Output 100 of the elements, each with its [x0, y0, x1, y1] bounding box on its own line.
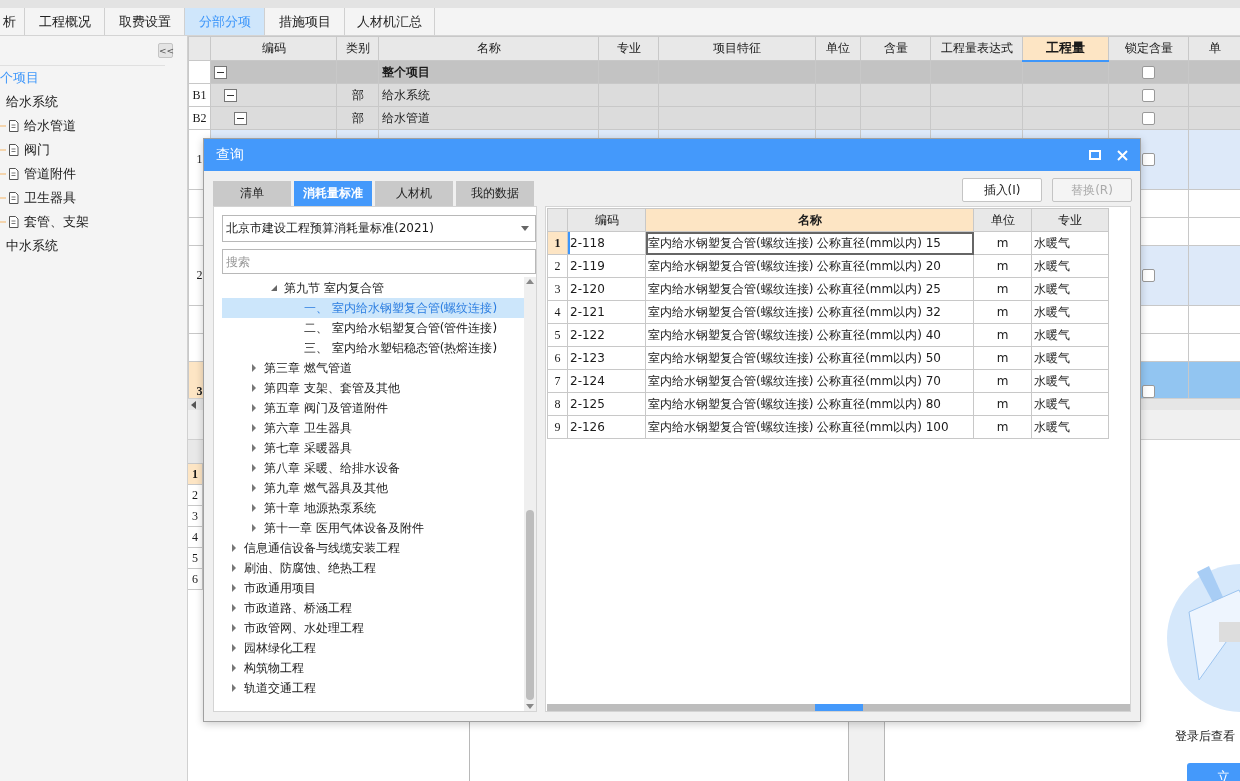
checkbox[interactable] [1142, 385, 1155, 398]
checkbox[interactable] [1142, 153, 1155, 166]
tree-item[interactable]: 构筑物工程 [222, 658, 524, 678]
tree-item[interactable]: 第三章 燃气管道 [222, 358, 524, 378]
table-cell: 水暖气 [1034, 258, 1070, 273]
table-cell: 2-126 [570, 420, 605, 434]
scroll-down-icon[interactable] [526, 704, 534, 709]
sidebar-item[interactable]: 管道附件 [0, 162, 187, 186]
library-dropdown[interactable]: 北京市建设工程预算消耗量标准(2021) [222, 215, 536, 242]
collapse-box-icon[interactable] [224, 89, 237, 102]
table-row[interactable]: 整个项目 [188, 60, 1240, 84]
scrollbar[interactable] [547, 704, 1130, 711]
table-cell: m [996, 351, 1009, 365]
column-header[interactable]: 单 [1188, 36, 1240, 61]
tree-item[interactable]: 市政道路、桥涵工程 [222, 598, 524, 618]
table-cell: 水暖气 [1034, 419, 1070, 434]
dropdown-caret-icon [521, 226, 529, 231]
column-header[interactable]: 含量 [860, 36, 931, 61]
tree-item[interactable]: 二、 室内给水铝塑复合管(管件连接) [222, 318, 524, 338]
sidebar-item[interactable]: 卫生器具 [0, 186, 187, 210]
tree-item[interactable]: 第七章 采暖器具 [222, 438, 524, 458]
column-header[interactable]: 编码 [567, 208, 646, 232]
scroll-up-icon[interactable] [526, 279, 534, 284]
tree-item[interactable]: 轨道交通工程 [222, 678, 524, 698]
row-number: B1 [192, 87, 207, 102]
tree-item[interactable]: 第八章 采暖、给排水设备 [222, 458, 524, 478]
column-header[interactable]: 专业 [598, 36, 659, 61]
table-cell: 2-125 [570, 397, 605, 411]
column-header[interactable]: 类别 [336, 36, 379, 61]
row-number: 6 [554, 350, 561, 365]
table-cell: m [996, 305, 1009, 319]
tree-item[interactable]: 市政通用项目 [222, 578, 524, 598]
row-number: 3 [554, 281, 561, 296]
table-cell: 给水管道 [382, 110, 430, 125]
column-header[interactable]: 锁定含量 [1108, 36, 1189, 61]
tab[interactable]: 人材机 [375, 181, 453, 206]
checkbox[interactable] [1142, 65, 1155, 79]
tree-item[interactable]: 第四章 支架、套管及其他 [222, 378, 524, 398]
sidebar-item[interactable]: 给水系统 [0, 90, 187, 114]
column-header[interactable]: 名称 [378, 36, 599, 61]
tree-item[interactable]: 第九节 室内复合管 [222, 278, 524, 298]
table-row[interactable]: B2 部 给水管道 [188, 106, 1240, 130]
collapse-box-icon[interactable] [214, 66, 227, 79]
column-header[interactable]: 专业 [1031, 208, 1109, 232]
tab[interactable]: 析 [0, 8, 25, 35]
tree-item[interactable]: 信息通信设备与线缆安装工程 [222, 538, 524, 558]
table-cell: m [996, 282, 1009, 296]
row-number: 8 [554, 396, 561, 411]
tree-item[interactable]: 第六章 卫生器具 [222, 418, 524, 438]
column-header[interactable]: 名称 [645, 208, 974, 232]
table-cell: 2-122 [570, 328, 605, 342]
sidebar-item[interactable]: 给水管道 [0, 114, 187, 138]
table-cell: 水暖气 [1034, 327, 1070, 342]
table-cell: m [996, 328, 1009, 342]
tree-item[interactable]: 第五章 阀门及管道附件 [222, 398, 524, 418]
column-header[interactable]: 单位 [815, 36, 861, 61]
checkbox[interactable] [1142, 269, 1155, 282]
tree-item[interactable]: 园林绿化工程 [222, 638, 524, 658]
insert-button[interactable]: 插入(I) [962, 178, 1042, 202]
tree-item[interactable]: 第十章 地源热泵系统 [222, 498, 524, 518]
dialog-title: 查询 [216, 146, 245, 164]
table-cell: 室内给水钢塑复合管(螺纹连接) 公称直径(mm以内) 100 [648, 419, 949, 434]
table-cell: 室内给水钢塑复合管(螺纹连接) 公称直径(mm以内) 15 [648, 235, 941, 250]
sidebar-item[interactable]: 中水系统 [0, 234, 187, 258]
tree-item[interactable]: 第十一章 医用气体设备及附件 [222, 518, 524, 538]
row-number: 5 [554, 327, 561, 342]
row-number: 4 [554, 304, 561, 319]
row-number: 3 [192, 508, 198, 524]
row-number: B2 [192, 110, 207, 125]
collapse-button[interactable]: << [158, 43, 173, 58]
column-header[interactable]: 工程量 [1022, 36, 1109, 61]
tree-item[interactable]: 市政管网、水处理工程 [222, 618, 524, 638]
column-header[interactable]: 编码 [210, 36, 337, 61]
sidebar-item[interactable]: 阀门 [0, 138, 187, 162]
collapse-box-icon[interactable] [234, 112, 247, 125]
table-cell: 2-121 [570, 305, 605, 319]
table-cell: 室内给水钢塑复合管(螺纹连接) 公称直径(mm以内) 20 [648, 258, 941, 273]
column-header[interactable]: 工程量表达式 [930, 36, 1023, 61]
row-number: 9 [554, 419, 561, 434]
tree-item[interactable]: 刷油、防腐蚀、绝热工程 [222, 558, 524, 578]
table-row[interactable]: B1 部 给水系统 [188, 83, 1240, 107]
table-cell: 整个项目 [382, 64, 430, 79]
checkbox[interactable] [1142, 111, 1155, 125]
tree-item[interactable]: 三、 室内给水塑铝稳态管(热熔连接) [222, 338, 524, 358]
maximize-icon[interactable] [1089, 150, 1101, 160]
table-cell: 水暖气 [1034, 304, 1070, 319]
table-cell: 室内给水钢塑复合管(螺纹连接) 公称直径(mm以内) 70 [648, 373, 941, 388]
tree-item[interactable]: 第九章 燃气器具及其他 [222, 478, 524, 498]
search-field[interactable]: 搜索 [222, 249, 536, 274]
table-cell: 给水系统 [382, 87, 430, 102]
column-header[interactable]: 单位 [973, 208, 1032, 232]
tab[interactable]: 我的数据 [456, 181, 534, 206]
close-icon[interactable] [1117, 149, 1128, 161]
checkbox[interactable] [1142, 88, 1155, 102]
tab[interactable]: 清单 [213, 181, 291, 206]
sidebar-item[interactable]: 套管、支架 [0, 210, 187, 234]
scrollbar[interactable] [524, 277, 536, 711]
login-prompt: 登录后查看 [1175, 728, 1235, 745]
table-cell: 2-124 [570, 374, 605, 388]
column-header[interactable]: 项目特征 [658, 36, 816, 61]
